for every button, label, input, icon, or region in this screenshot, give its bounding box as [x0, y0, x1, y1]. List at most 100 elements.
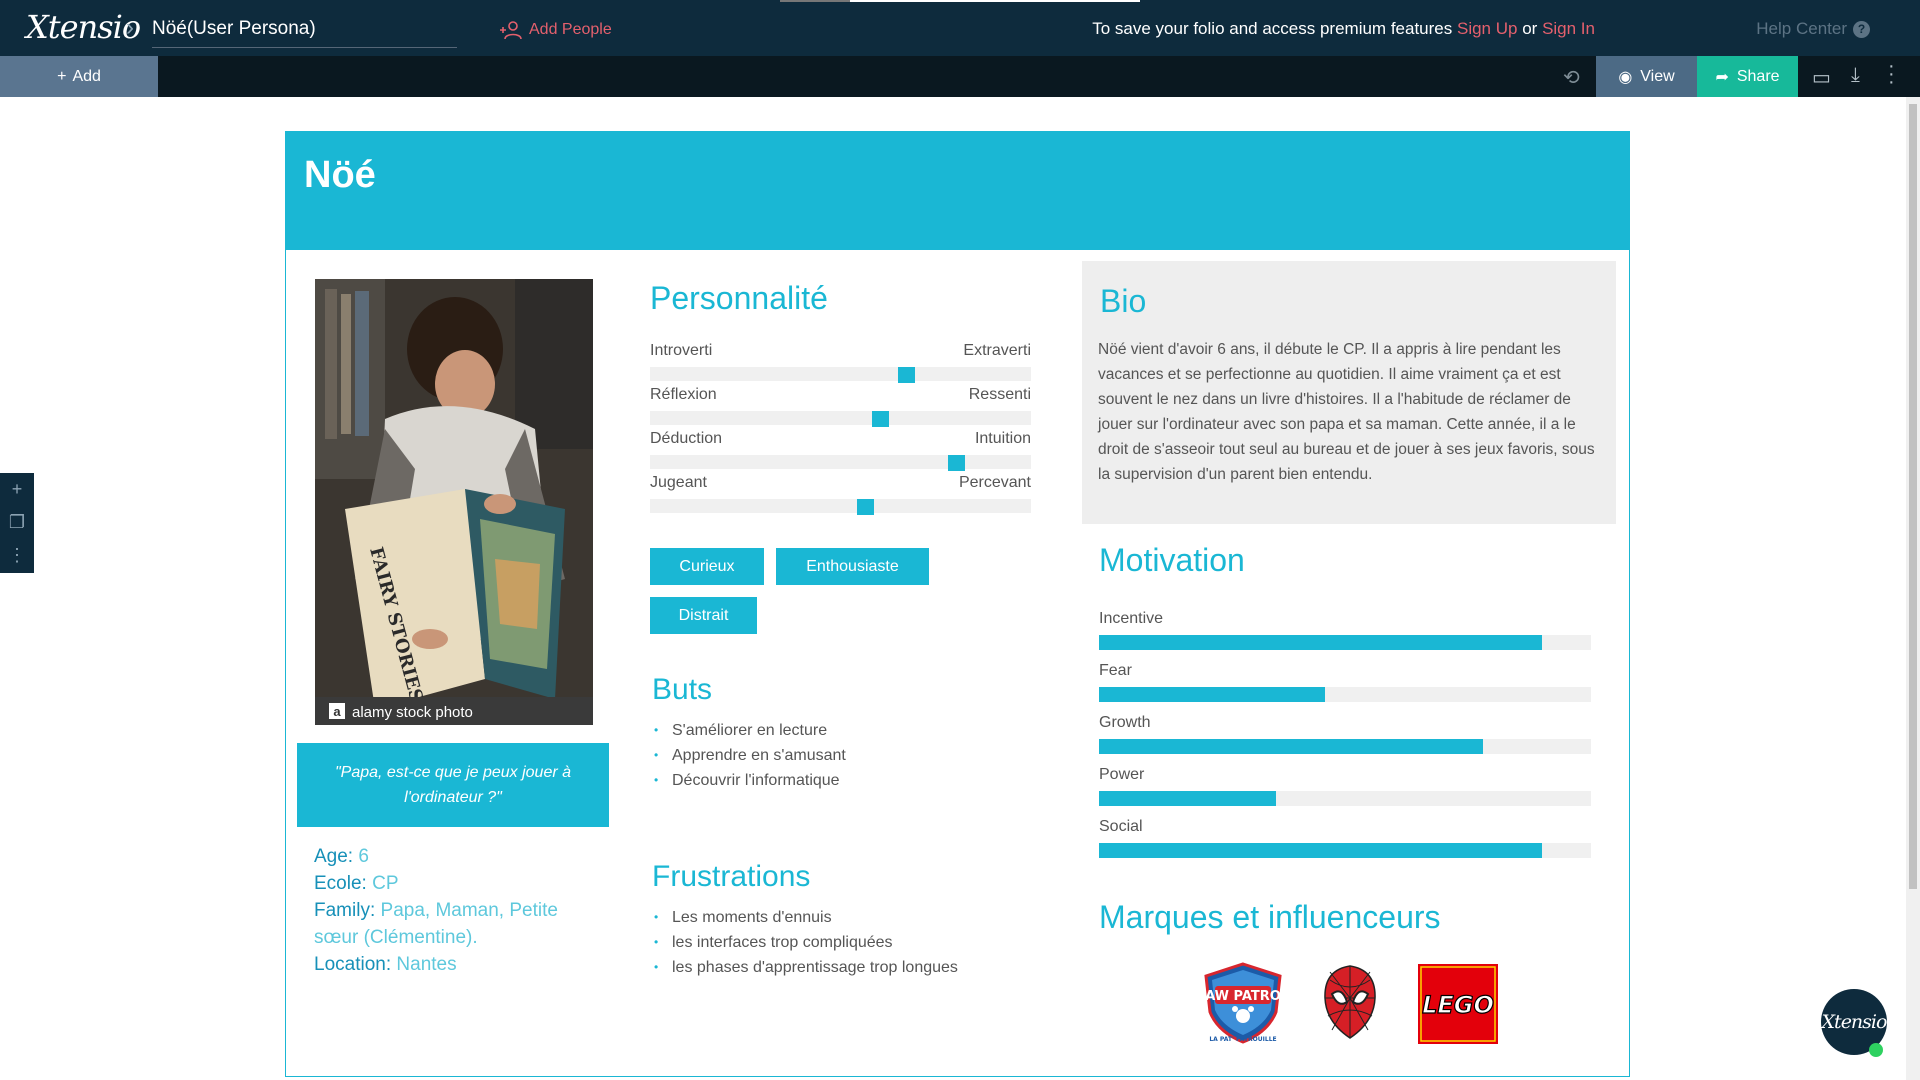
side-add-icon[interactable]: +: [0, 473, 34, 506]
top-header: Xtensio › Nöé(User Persona) Add People T…: [0, 0, 1920, 56]
view-label: View: [1640, 67, 1675, 85]
goals-title[interactable]: Buts: [652, 673, 712, 707]
trait-tag[interactable]: Enthousiaste: [776, 548, 929, 585]
slider-track[interactable]: [650, 455, 1031, 469]
share-label: Share: [1736, 67, 1780, 85]
personality-slider[interactable]: Introverti Extraverti: [650, 342, 1031, 386]
slider-left-label: Jugeant: [650, 474, 707, 491]
motivation-bar[interactable]: Growth: [1099, 714, 1591, 766]
motivation-label: Power: [1099, 766, 1145, 783]
eye-icon: ◉: [1618, 68, 1633, 86]
photo-watermark: alamy stock photo: [352, 704, 473, 721]
present-icon[interactable]: ▭: [1812, 65, 1831, 90]
slider-right-label: Percevant: [958, 474, 1031, 491]
personality-slider[interactable]: Déduction Intuition: [650, 430, 1031, 474]
save-message: To save your folio and access premium fe…: [1092, 19, 1595, 39]
xtensio-logo[interactable]: Xtensio: [26, 8, 141, 46]
lego-name: LEGO: [1422, 991, 1494, 1019]
persona-facts[interactable]: Age: 6 Ecole: CP Family: Papa, Maman, Pe…: [314, 843, 594, 978]
view-button[interactable]: ◉ View: [1596, 56, 1697, 97]
personality-slider[interactable]: Réflexion Ressenti: [650, 386, 1031, 430]
fact-location-value: Nantes: [396, 954, 457, 975]
persona-photo[interactable]: FAIRY STORIES AND NURSERY RHYMES a alamy…: [315, 279, 593, 725]
add-people-icon: [500, 21, 522, 40]
slider-right-label: Intuition: [974, 430, 1031, 447]
slider-knob[interactable]: [948, 455, 965, 471]
personality-title[interactable]: Personnalité: [650, 280, 828, 317]
fact-school-label: Ecole:: [314, 873, 367, 894]
motivation-fill: [1099, 687, 1325, 702]
motivation-fill: [1099, 843, 1542, 858]
list-item: Découvrir l'informatique: [652, 768, 846, 793]
slider-right-label: Ressenti: [968, 386, 1031, 403]
fact-school-value: CP: [372, 873, 399, 894]
help-center-link[interactable]: Help Center ?: [1756, 19, 1870, 39]
fact-location: Location: Nantes: [314, 951, 594, 978]
share-button[interactable]: ➦ Share: [1697, 56, 1798, 97]
motivation-label: Growth: [1099, 714, 1151, 731]
list-item: S'améliorer en lecture: [652, 718, 846, 743]
add-block-button[interactable]: + Add: [0, 56, 158, 97]
plus-icon: +: [57, 67, 67, 85]
add-people-label: Add People: [529, 21, 612, 38]
slider-knob[interactable]: [857, 499, 874, 515]
persona-card: Nöé FAIRY STORIES AND NURSERY RHYMES a: [285, 131, 1630, 1077]
document-title-input[interactable]: Nöé(User Persona): [152, 18, 457, 48]
persona-header: Nöé: [286, 132, 1629, 250]
motivation-fill: [1099, 635, 1542, 650]
motivation-bar[interactable]: Power: [1099, 766, 1591, 818]
list-item: les interfaces trop compliquées: [652, 930, 958, 955]
frustrations-list[interactable]: Les moments d'ennuis les interfaces trop…: [652, 905, 958, 980]
or-text: or: [1522, 19, 1538, 38]
motivation-label: Social: [1099, 818, 1143, 835]
sign-up-link[interactable]: Sign Up: [1457, 19, 1517, 38]
fact-age-value: 6: [358, 846, 369, 867]
side-more-icon[interactable]: ⋮: [0, 539, 34, 572]
fact-family-label: Family:: [314, 900, 376, 921]
list-item: Apprendre en s'amusant: [652, 743, 846, 768]
motivation-title[interactable]: Motivation: [1099, 542, 1245, 579]
scrollbar-thumb[interactable]: [1909, 104, 1917, 889]
side-copy-icon[interactable]: ❐: [0, 506, 34, 539]
paw-patrol-logo[interactable]: PAW PATROL LA PAT' PATROUILLE: [1197, 962, 1289, 1051]
alamy-icon: a: [333, 704, 341, 719]
sign-in-link[interactable]: Sign In: [1542, 19, 1595, 38]
fact-school: Ecole: CP: [314, 870, 594, 897]
goals-list[interactable]: S'améliorer en lecture Apprendre en s'am…: [652, 718, 846, 793]
motivation-fill: [1099, 739, 1483, 754]
slider-knob[interactable]: [898, 367, 915, 383]
more-options-icon[interactable]: · · ·: [1888, 56, 1895, 92]
fact-age-label: Age:: [314, 846, 354, 867]
motivation-bar[interactable]: Incentive: [1099, 610, 1591, 662]
slider-knob[interactable]: [872, 411, 889, 427]
slider-track[interactable]: [650, 367, 1031, 381]
persona-name[interactable]: Nöé: [304, 154, 376, 197]
list-item: les phases d'apprentissage trop longues: [652, 955, 958, 980]
editor-toolbar: + Add ⟲ ◉ View ➦ Share ▭ ⤓ · · ·: [0, 56, 1920, 97]
motivation-fill: [1099, 791, 1276, 806]
slider-track[interactable]: [650, 499, 1031, 513]
list-item: Les moments d'ennuis: [652, 905, 958, 930]
motivation-label: Incentive: [1099, 610, 1164, 627]
motivation-bar[interactable]: Social: [1099, 818, 1591, 870]
slider-left-label: Déduction: [650, 430, 723, 447]
trait-tag[interactable]: Curieux: [650, 548, 764, 585]
bio-section[interactable]: Bio Nöé vient d'avoir 6 ans, il débute l…: [1082, 261, 1616, 524]
lego-logo[interactable]: LEGO: [1418, 964, 1498, 1049]
brands-title[interactable]: Marques et influenceurs: [1099, 899, 1441, 936]
spiderman-logo[interactable]: [1322, 964, 1378, 1045]
bio-text[interactable]: Nöé vient d'avoir 6 ans, il débute le CP…: [1098, 337, 1606, 487]
trait-tag[interactable]: Distrait: [650, 597, 757, 634]
slider-track[interactable]: [650, 411, 1031, 425]
add-block-label: Add: [72, 67, 101, 85]
download-icon[interactable]: ⤓: [1851, 64, 1860, 87]
slider-right-label: Extraverti: [963, 342, 1031, 359]
motivation-bar[interactable]: Fear: [1099, 662, 1591, 714]
history-icon[interactable]: ⟲: [1563, 65, 1587, 89]
personality-slider[interactable]: Jugeant Percevant: [650, 474, 1031, 518]
persona-quote[interactable]: "Papa, est-ce que je peux jouer à l'ordi…: [297, 743, 609, 827]
add-people-button[interactable]: Add People: [498, 20, 612, 40]
chevron-right-icon: ›: [126, 14, 134, 41]
frustrations-title[interactable]: Frustrations: [652, 860, 810, 894]
slider-left-label: Introverti: [650, 342, 713, 359]
